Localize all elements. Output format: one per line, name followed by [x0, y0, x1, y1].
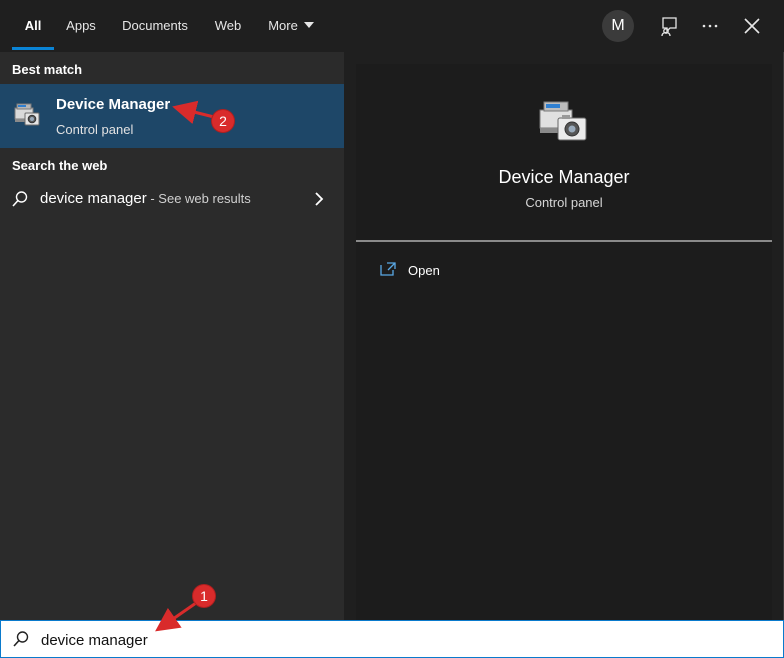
web-result-query: device manager — [40, 190, 147, 207]
tab-documents-label: Documents — [122, 18, 188, 33]
tab-more-label: More — [268, 18, 298, 33]
open-action[interactable]: Open — [376, 256, 496, 284]
best-match-result[interactable]: Device Manager Control panel — [0, 84, 344, 148]
search-icon — [12, 630, 30, 648]
web-result-suffix: - See web results — [146, 191, 251, 206]
device-manager-large-icon — [536, 96, 592, 144]
best-match-title: Device Manager — [56, 96, 171, 113]
tab-all[interactable]: All — [12, 0, 54, 52]
results-pane: Best match Device Manager Control panel … — [0, 52, 344, 620]
preview-divider — [356, 240, 772, 242]
feedback-icon[interactable] — [657, 14, 681, 38]
tab-documents[interactable]: Documents — [116, 0, 194, 52]
open-icon — [380, 262, 396, 276]
annotation-badge-2: 2 — [212, 110, 234, 132]
device-manager-icon — [12, 98, 44, 130]
tab-web-label: Web — [214, 18, 242, 33]
tab-more[interactable]: More — [262, 0, 320, 52]
preview-subtitle: Control panel — [525, 195, 603, 210]
search-web-heading: Search the web — [12, 158, 108, 173]
best-match-heading: Best match — [12, 62, 83, 77]
chevron-down-icon — [303, 21, 314, 28]
tab-web[interactable]: Web — [208, 0, 248, 52]
chevron-right-icon[interactable] — [312, 191, 326, 207]
preview-title: Device Manager — [498, 167, 630, 187]
search-icon — [11, 190, 29, 208]
tab-bar: All Apps Documents Web More M — [0, 0, 784, 52]
search-bar[interactable]: device manager — [0, 620, 784, 658]
close-icon[interactable] — [740, 14, 764, 38]
avatar[interactable]: M — [602, 10, 634, 42]
best-match-subtitle: Control panel — [56, 122, 134, 137]
annotation-badge-1: 1 — [193, 585, 215, 607]
open-label: Open — [408, 263, 440, 278]
ellipsis-icon[interactable] — [698, 14, 722, 38]
preview-pane: Device Manager Control panel Open — [356, 64, 772, 620]
tab-apps[interactable]: Apps — [60, 0, 102, 52]
tab-apps-label: Apps — [66, 18, 96, 33]
web-result[interactable]: device manager - See web results — [0, 180, 344, 218]
search-input[interactable]: device manager — [41, 632, 148, 649]
tab-all-label: All — [24, 18, 42, 33]
